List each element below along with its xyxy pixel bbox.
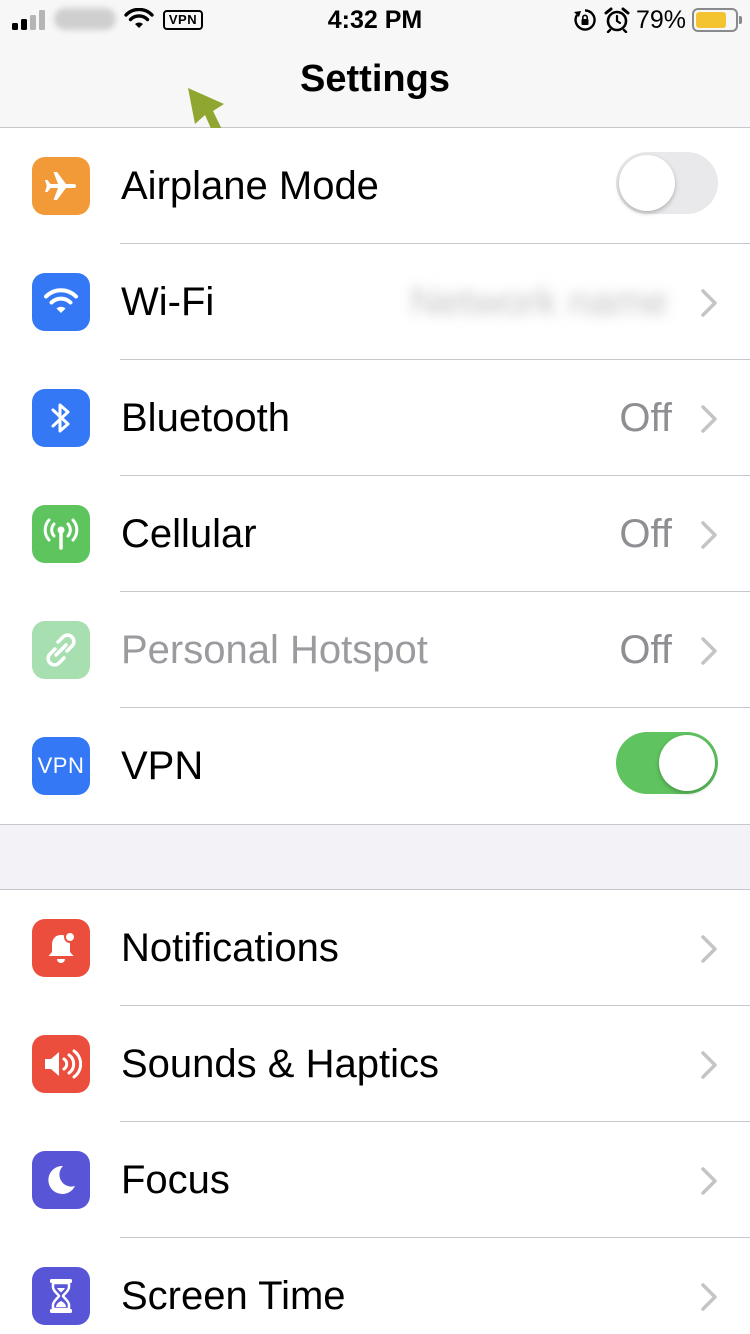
settings-group-connectivity: Airplane Mode Wi-Fi Network name Bluetoo…: [0, 128, 750, 825]
notifications-label: Notifications: [121, 926, 339, 970]
bluetooth-status: Off: [619, 396, 672, 440]
airplane-icon: [32, 157, 90, 215]
wifi-label: Wi-Fi: [121, 280, 215, 324]
chevron-right-icon: [701, 521, 717, 549]
hourglass-icon: [32, 1267, 90, 1325]
notifications-row[interactable]: Notifications: [0, 890, 750, 1006]
chevron-right-icon: [701, 637, 717, 665]
alarm-icon: [604, 7, 630, 33]
focus-row[interactable]: Focus: [0, 1122, 750, 1238]
bell-icon: [32, 919, 90, 977]
chevron-right-icon: [701, 405, 717, 433]
personal-hotspot-status: Off: [619, 628, 672, 672]
vpn-label: VPN: [121, 744, 204, 788]
screen-time-label: Screen Time: [121, 1274, 346, 1318]
wifi-network-name-blurred: Network name: [410, 280, 668, 324]
cellular-label: Cellular: [121, 512, 257, 556]
screen-time-row[interactable]: Screen Time: [0, 1238, 750, 1334]
battery-percent: 79%: [636, 6, 687, 34]
bluetooth-row[interactable]: Bluetooth Off: [0, 360, 750, 476]
wifi-icon: [32, 273, 90, 331]
moon-icon: [32, 1151, 90, 1209]
speaker-icon: [32, 1035, 90, 1093]
vpn-toggle[interactable]: [616, 732, 718, 794]
airplane-mode-label: Airplane Mode: [121, 164, 379, 208]
sounds-haptics-label: Sounds & Haptics: [121, 1042, 439, 1086]
chevron-right-icon: [701, 1167, 717, 1195]
airplane-mode-toggle[interactable]: [616, 152, 718, 214]
navigation-bar: Settings: [0, 40, 750, 151]
wifi-row[interactable]: Wi-Fi Network name: [0, 244, 750, 360]
battery-icon: [692, 8, 742, 32]
bluetooth-label: Bluetooth: [121, 396, 291, 440]
antenna-icon: [32, 505, 90, 563]
chevron-right-icon: [701, 289, 717, 317]
cellular-row[interactable]: Cellular Off: [0, 476, 750, 592]
focus-label: Focus: [121, 1158, 230, 1202]
personal-hotspot-row[interactable]: Personal Hotspot Off: [0, 592, 750, 708]
vpn-row[interactable]: VPN VPN: [0, 708, 750, 824]
chevron-right-icon: [701, 1051, 717, 1079]
cellular-status: Off: [619, 512, 672, 556]
toggle-knob: [619, 155, 675, 211]
chevron-right-icon: [701, 1283, 717, 1311]
airplane-mode-row[interactable]: Airplane Mode: [0, 128, 750, 244]
page-title: Settings: [300, 58, 450, 100]
status-bar: VPN 4:32 PM 79%: [0, 0, 750, 40]
toggle-knob: [659, 735, 715, 791]
rotation-lock-icon: [574, 9, 596, 31]
bluetooth-icon: [32, 389, 90, 447]
settings-group-system: Notifications Sounds & Haptics Focus Scr…: [0, 889, 750, 1334]
vpn-icon-text: VPN: [37, 753, 85, 778]
hotspot-icon: [32, 621, 90, 679]
chevron-right-icon: [701, 935, 717, 963]
vpn-icon: VPN: [32, 737, 90, 795]
personal-hotspot-label: Personal Hotspot: [121, 628, 428, 672]
battery-level: [696, 12, 727, 28]
sounds-haptics-row[interactable]: Sounds & Haptics: [0, 1006, 750, 1122]
